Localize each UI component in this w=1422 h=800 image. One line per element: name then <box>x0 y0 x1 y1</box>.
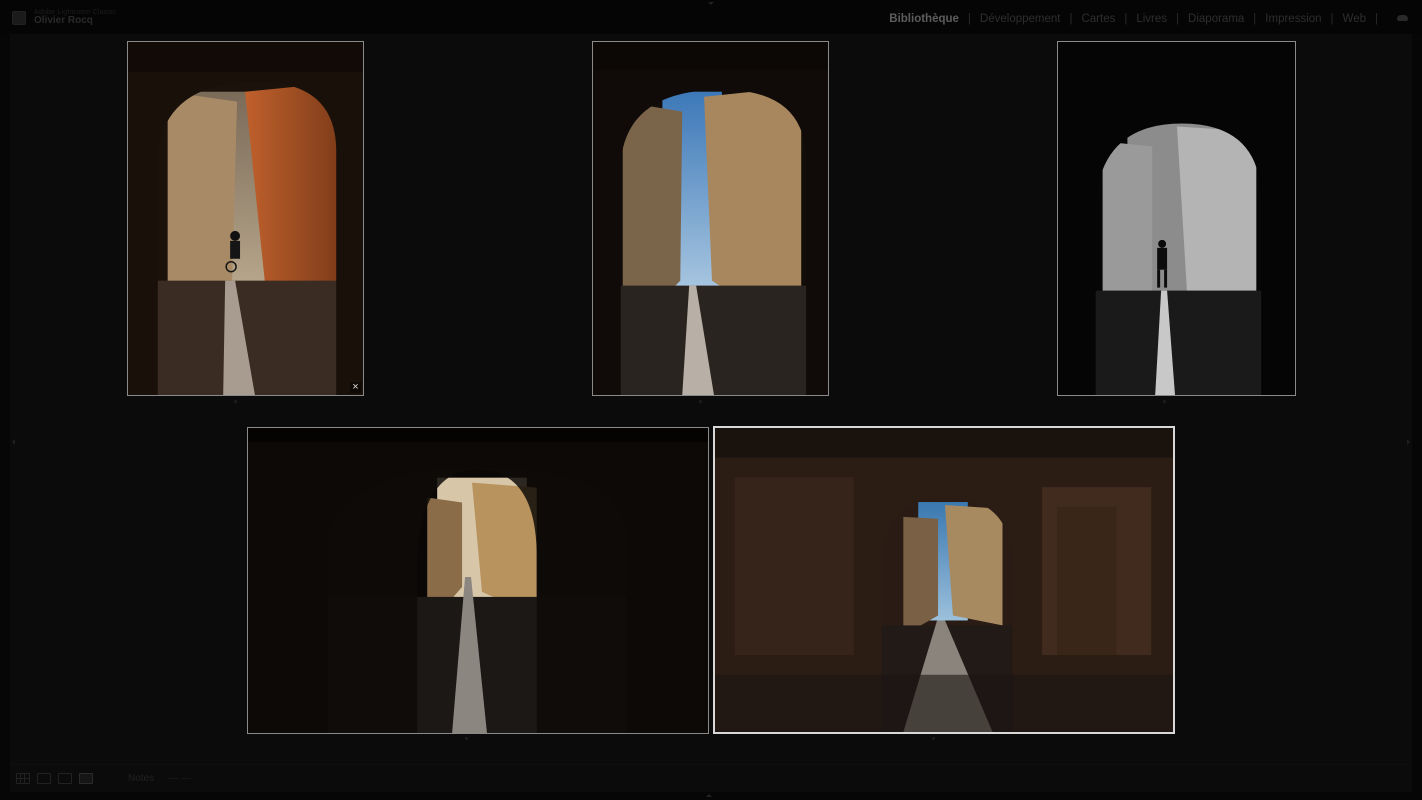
bottom-toolbar: Notes — — <box>10 764 1412 792</box>
cloud-sync-icon[interactable] <box>1397 15 1408 21</box>
top-panel-toggle[interactable] <box>706 2 716 6</box>
survey-photo-dark-tunnel[interactable] <box>247 427 709 734</box>
deselect-photo-button[interactable]: × <box>350 382 361 393</box>
photo-blue-sky-image <box>593 42 828 395</box>
survey-photo-blue-sky-alley[interactable] <box>592 41 829 396</box>
candidate-marker <box>234 400 237 403</box>
left-panel-toggle[interactable] <box>12 439 15 445</box>
module-slideshow[interactable]: Diaporama <box>1188 13 1244 25</box>
module-picker: Bibliothèque | Développement | Cartes | … <box>889 13 1408 25</box>
module-develop[interactable]: Développement <box>980 13 1061 25</box>
survey-photo-bw-alley[interactable] <box>1057 41 1296 396</box>
candidate-marker <box>1163 400 1166 403</box>
toolbar-value: — — <box>168 773 191 784</box>
candidate-marker <box>465 737 468 740</box>
photo-bw-image <box>1058 42 1295 395</box>
compare-view-button[interactable] <box>58 773 72 784</box>
module-library[interactable]: Bibliothèque <box>889 13 959 25</box>
photo-wide-tunnel-image <box>715 428 1173 732</box>
module-separator: | <box>1253 13 1257 25</box>
survey-photo-warm-alley[interactable]: × <box>127 41 364 396</box>
module-separator: | <box>1069 13 1073 25</box>
module-separator: | <box>1124 13 1128 25</box>
candidate-marker <box>932 737 935 740</box>
candidate-marker <box>699 400 702 403</box>
module-separator: | <box>1176 13 1180 25</box>
survey-view: × <box>10 34 1412 764</box>
identity-plate: Adobe Lightroom Classic Olivier Rocq <box>12 9 116 26</box>
lightroom-window: Adobe Lightroom Classic Olivier Rocq Bib… <box>0 0 1422 800</box>
module-book[interactable]: Livres <box>1136 13 1167 25</box>
top-bar: Adobe Lightroom Classic Olivier Rocq Bib… <box>0 0 1422 34</box>
right-panel-toggle[interactable] <box>1407 439 1410 445</box>
survey-view-button[interactable] <box>79 773 93 784</box>
module-separator: | <box>1375 13 1378 25</box>
module-web[interactable]: Web <box>1343 13 1366 25</box>
module-separator: | <box>1330 13 1334 25</box>
photo-warm-alley-image <box>128 42 363 395</box>
module-print[interactable]: Impression <box>1265 13 1321 25</box>
bottom-panel-toggle[interactable] <box>706 794 712 797</box>
loupe-view-button[interactable] <box>37 773 51 784</box>
photo-dark-tunnel-image <box>248 428 708 733</box>
identity-plate-name: Olivier Rocq <box>34 15 93 26</box>
grid-view-button[interactable] <box>16 773 30 784</box>
toolbar-label: Notes <box>128 773 155 784</box>
module-map[interactable]: Cartes <box>1081 13 1115 25</box>
survey-photo-wide-tunnel[interactable] <box>713 426 1175 734</box>
lightroom-logo-icon <box>12 11 26 25</box>
module-separator: | <box>967 13 971 25</box>
